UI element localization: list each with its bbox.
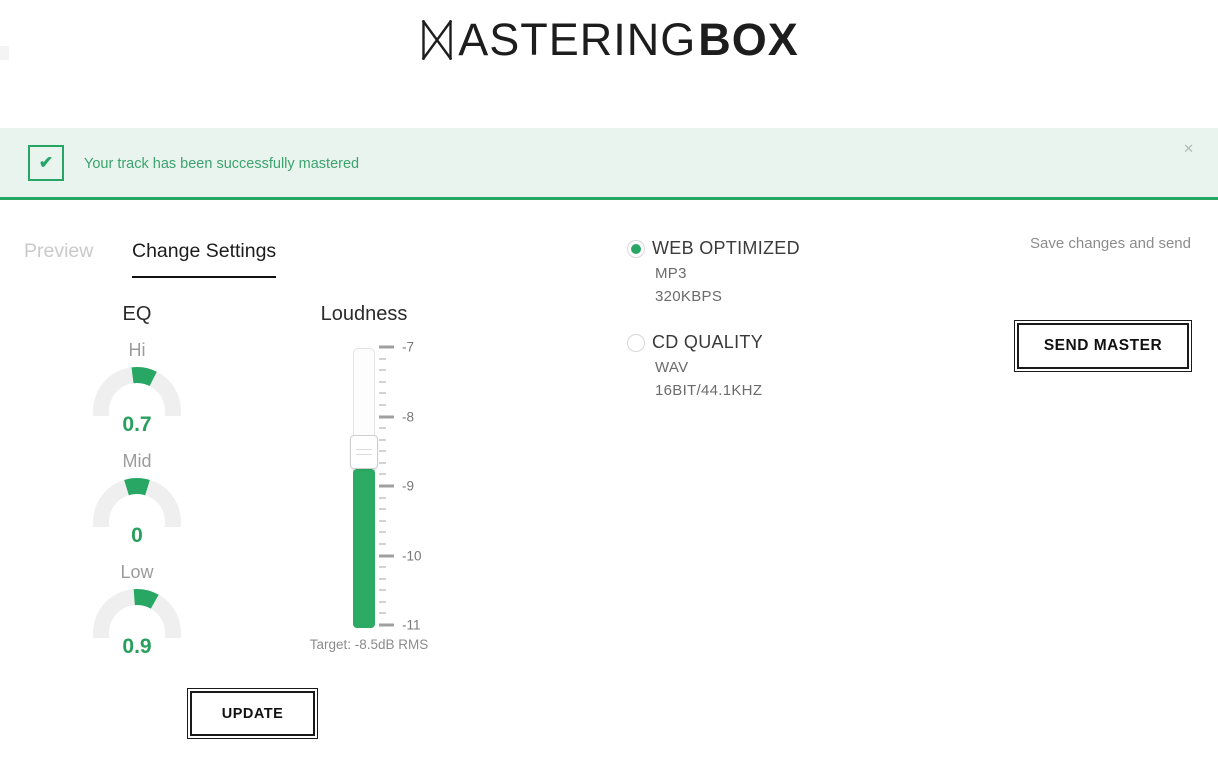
format-option-web[interactable]: WEB OPTIMIZED MP3 320KBPS [627,238,800,305]
loudness-slider-fill [353,469,375,628]
logo-text-bold: BOX [698,14,799,66]
close-icon[interactable]: ✕ [1183,141,1194,157]
loudness-tick-rail: -7-8-9-10-11 [379,347,439,629]
format-detail: 320KBPS [655,288,800,305]
eq-knob-low[interactable]: Low 0.9 [37,562,237,659]
knob-gauge[interactable] [90,588,184,638]
knob-value: 0 [37,524,237,548]
tab-change-settings[interactable]: Change Settings [132,240,276,278]
loudness-title: Loudness [284,303,444,326]
mastering-page: ASTERINGBOX ✔ Your track has been succes… [0,0,1218,763]
masteringbox-logo: ASTERINGBOX [0,10,1218,70]
radio-icon[interactable] [627,334,645,352]
format-detail: WAV [655,359,800,376]
format-options: WEB OPTIMIZED MP3 320KBPS CD QUALITY WAV… [627,238,800,426]
success-banner: ✔ Your track has been successfully maste… [0,128,1218,200]
eq-knob-hi[interactable]: Hi 0.7 [37,340,237,437]
knob-value: 0.7 [37,413,237,437]
format-detail: MP3 [655,265,800,282]
loudness-slider-handle[interactable] [350,435,378,469]
knob-gauge[interactable] [90,366,184,416]
send-master-button[interactable]: SEND MASTER [1017,323,1189,369]
eq-title: EQ [37,303,237,326]
loudness-target-label: Target: -8.5dB RMS [284,637,454,652]
logo-text-light: ASTERING [458,14,696,66]
eq-section: EQ Hi 0.7 Mid 0 Low 0.9 [37,303,237,659]
knob-label: Hi [37,340,237,361]
knob-value: 0.9 [37,635,237,659]
update-button[interactable]: UPDATE [190,691,315,736]
format-detail: 16BIT/44.1KHZ [655,382,800,399]
knob-label: Mid [37,451,237,472]
tab-preview[interactable]: Preview [24,240,93,263]
format-option-cd[interactable]: CD QUALITY WAV 16BIT/44.1KHZ [627,332,800,399]
save-hint-text: Save changes and send [1000,235,1191,252]
banner-message: Your track has been successfully mastere… [84,156,359,172]
format-label[interactable]: CD QUALITY [652,332,800,353]
radio-icon[interactable] [627,240,645,258]
format-label[interactable]: WEB OPTIMIZED [652,238,800,259]
knob-gauge[interactable] [90,477,184,527]
knob-label: Low [37,562,237,583]
check-icon: ✔ [28,145,64,181]
eq-knob-mid[interactable]: Mid 0 [37,451,237,548]
loudness-slider-track[interactable] [353,348,375,628]
bowtie-m-icon [419,20,455,60]
page-edge-mark [0,46,9,60]
